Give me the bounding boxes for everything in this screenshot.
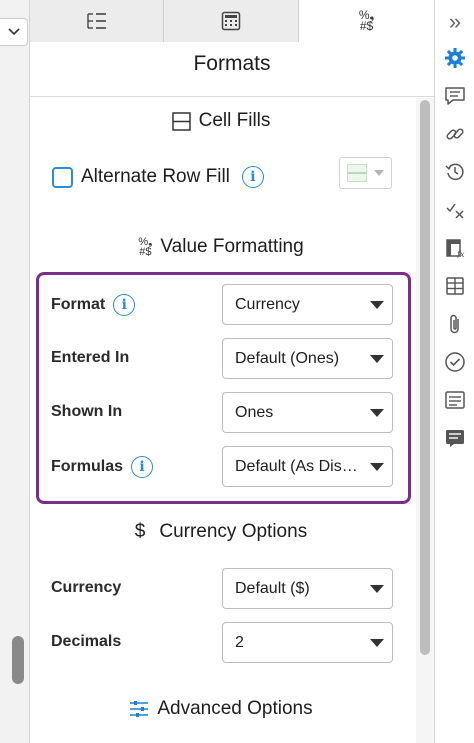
- decimals-label: Decimals: [51, 633, 122, 650]
- shown-in-value: Ones: [235, 403, 274, 421]
- table-icon[interactable]: [443, 274, 467, 298]
- tab-calculation[interactable]: [164, 0, 299, 42]
- info-icon[interactable]: i: [241, 166, 264, 188]
- gutter-dropdown-button[interactable]: [0, 18, 28, 46]
- formats-panel: %❟ #$ Formats Cell Fills Alternate Row F…: [30, 0, 434, 743]
- sliders-icon: [130, 701, 149, 717]
- cell-fill-icon: [171, 111, 191, 131]
- chevron-down-icon: [370, 355, 384, 363]
- format-label: Format: [51, 296, 106, 313]
- currency-options-heading: $ Currency Options: [30, 521, 412, 543]
- alternate-row-fill-color-button[interactable]: [339, 157, 392, 189]
- fill-color-swatch: [347, 164, 368, 182]
- info-icon[interactable]: i: [113, 294, 136, 316]
- formulas-select[interactable]: Default (As Disp…: [222, 446, 393, 487]
- advanced-options-label: Advanced Options: [157, 698, 313, 719]
- chevron-down-icon: [370, 463, 384, 471]
- decimals-select[interactable]: 2: [222, 622, 393, 663]
- calculator-icon: [221, 11, 241, 31]
- shown-in-label: Shown In: [51, 403, 123, 420]
- panel-scrollbar[interactable]: [420, 100, 430, 655]
- chevron-down-icon: [373, 170, 384, 176]
- title-divider: [30, 96, 434, 97]
- entered-in-row-label: Entered In: [51, 349, 129, 367]
- comment-icon[interactable]: [443, 84, 467, 108]
- attachment-icon[interactable]: [443, 312, 467, 336]
- number-format-icon: %❟ #$: [358, 8, 375, 33]
- value-formatting-label: Value Formatting: [160, 236, 304, 257]
- chevron-down-icon: [7, 28, 20, 36]
- decimals-value: 2: [235, 633, 244, 651]
- shown-in-row-label: Shown In: [51, 403, 122, 421]
- alternate-row-fill-label[interactable]: Alternate Row Fill: [81, 166, 230, 188]
- format-value: Currency: [235, 295, 300, 313]
- function-icon[interactable]: fx: [443, 236, 467, 260]
- format-row-label: Format i: [51, 294, 136, 316]
- chevron-down-icon: [370, 409, 384, 417]
- gear-icon[interactable]: [443, 46, 467, 70]
- format-select[interactable]: Currency: [222, 284, 393, 325]
- number-format-icon: %❟ #$: [138, 236, 153, 258]
- alternate-row-fill-checkbox[interactable]: [52, 166, 73, 188]
- checkmark-circle-icon[interactable]: [443, 350, 467, 374]
- currency-value: Default ($): [235, 579, 310, 597]
- entered-in-select[interactable]: Default (Ones): [222, 338, 393, 379]
- gutter-scrollbar[interactable]: [12, 636, 24, 684]
- dollar-icon: $: [134, 521, 146, 542]
- cell-fills-heading: Cell Fills: [30, 110, 412, 132]
- link-icon[interactable]: [443, 122, 467, 146]
- chevron-down-icon: [370, 585, 384, 593]
- tab-outline[interactable]: [30, 0, 164, 42]
- advanced-options-button[interactable]: Advanced Options: [30, 698, 412, 720]
- panel-tabbar: %❟ #$: [30, 0, 434, 42]
- note-icon[interactable]: [443, 426, 467, 450]
- cell-fills-label: Cell Fills: [198, 110, 271, 131]
- right-sidebar: » fx: [434, 0, 474, 743]
- decimals-row-label: Decimals: [51, 633, 121, 651]
- entered-in-value: Default (Ones): [235, 349, 340, 367]
- currency-row-label: Currency: [51, 579, 121, 597]
- collapse-sidebar-icon[interactable]: »: [443, 9, 467, 34]
- chevron-down-icon: [370, 639, 384, 647]
- outline-list-icon: [86, 13, 106, 29]
- formulas-row-label: Formulas i: [51, 456, 154, 478]
- value-formatting-heading: %❟ #$ Value Formatting: [30, 236, 412, 258]
- chevron-down-icon: [370, 301, 384, 309]
- svg-text:fx: fx: [456, 250, 465, 258]
- shown-in-select[interactable]: Ones: [222, 392, 393, 433]
- currency-options-label: Currency Options: [159, 521, 308, 542]
- entered-in-label: Entered In: [51, 349, 130, 366]
- currency-label: Currency: [51, 579, 122, 596]
- currency-select[interactable]: Default ($): [222, 568, 393, 609]
- alternate-row-fill-row: Alternate Row Fill i: [52, 166, 264, 188]
- history-icon[interactable]: [443, 160, 467, 184]
- tab-formats[interactable]: %❟ #$: [299, 0, 434, 42]
- formulas-value: Default (As Disp…: [235, 457, 358, 475]
- formulas-label: Formulas: [51, 458, 124, 475]
- left-gutter: [0, 0, 30, 743]
- info-icon[interactable]: i: [131, 456, 154, 478]
- check-off-icon[interactable]: [443, 198, 467, 222]
- list-card-icon[interactable]: [443, 388, 467, 412]
- panel-title: Formats: [193, 52, 271, 75]
